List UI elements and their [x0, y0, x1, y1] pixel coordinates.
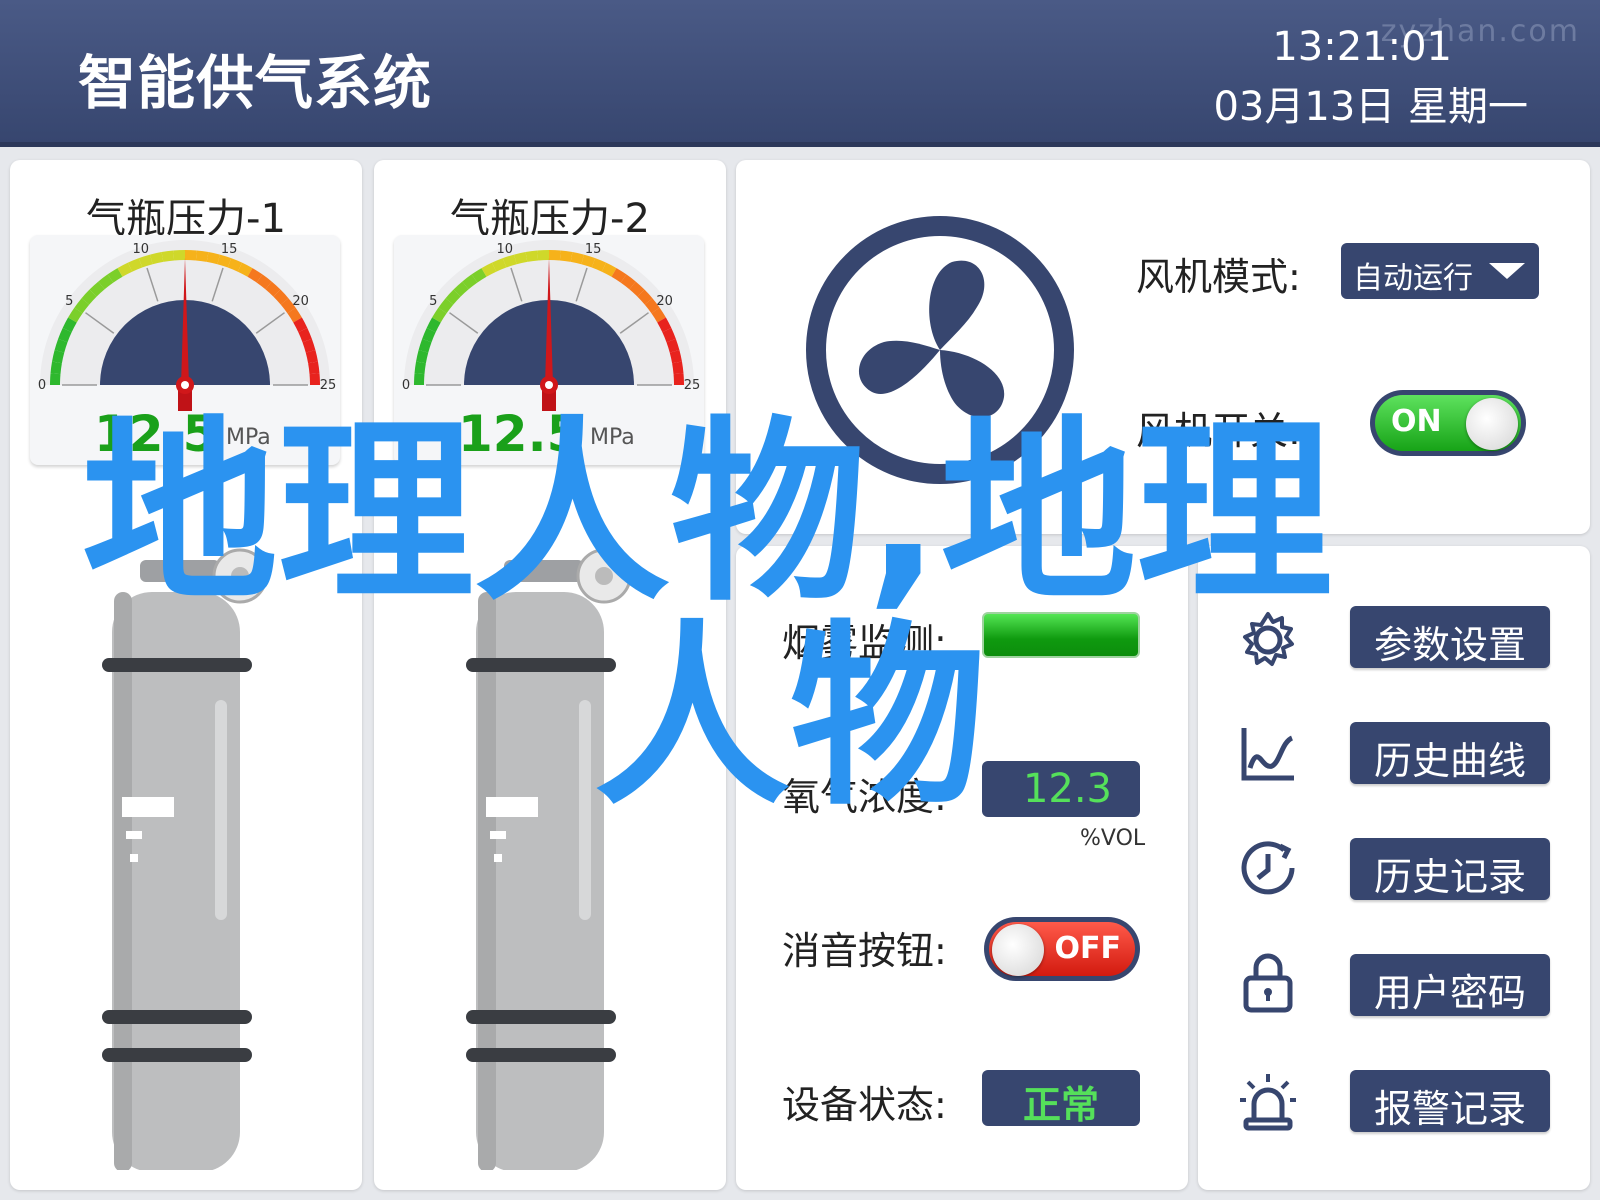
mute-knob [992, 924, 1044, 976]
gauge-arc-segment [50, 373, 61, 385]
gauge-arc-segment [50, 361, 62, 375]
mute-label: 消音按钮: [782, 929, 947, 973]
gauge-arc-segment [161, 250, 175, 262]
header-bar: 智能供气系统 zyzhan.com 13:21:01 03月13日 星期一 [0, 0, 1600, 147]
history-curve-button[interactable]: 历史曲线 [1350, 722, 1550, 784]
gauge-tick-label: 5 [65, 294, 73, 309]
gauge-tick-label: 25 [320, 378, 337, 393]
gauge-arc-segment [414, 373, 425, 385]
lock-icon [1243, 953, 1293, 1013]
gauge-arc-segment [559, 250, 573, 262]
gauge-tick-label: 20 [656, 294, 673, 309]
settings-button[interactable]: 参数设置 [1350, 606, 1550, 668]
gauge-arc-segment [308, 361, 320, 375]
alarm-icon [1240, 1074, 1296, 1131]
fan-mode-dropdown[interactable]: 自动运行 [1341, 243, 1539, 299]
gauge-tick-label: 0 [402, 378, 410, 393]
mute-toggle[interactable]: OFF [984, 917, 1140, 981]
gauge-arc-segment [549, 250, 561, 261]
gauge-arc-segment [673, 373, 684, 385]
app-title: 智能供气系统 [78, 49, 433, 117]
clock-date: 03月13日 星期一 [1213, 84, 1528, 130]
cylinder-panel-1: 气瓶压力-1 0 5 10 15 20 25 12.5 MPa [10, 160, 362, 1190]
fan-mode-value: 自动运行 [1353, 261, 1473, 296]
fan-mode-label: 风机模式: [1136, 255, 1301, 299]
gauge-arc-segment [414, 361, 426, 375]
mute-state: OFF [1054, 931, 1122, 966]
gauge-arc-segment [173, 250, 185, 261]
gauge-tick-label: 10 [497, 242, 514, 257]
gauge-arc-segment [525, 250, 539, 262]
gauge-hub-center [181, 381, 189, 389]
gauge-arc-segment [672, 361, 684, 375]
gauge-arc-segment [195, 250, 209, 262]
gauge-arc-segment [537, 250, 549, 261]
mute-track: OFF [989, 922, 1135, 976]
fan-switch-state: ON [1391, 404, 1442, 439]
overlay-text-line2: 人物 [594, 604, 987, 832]
chart-icon [1241, 728, 1294, 781]
alarm-records-button[interactable]: 报警记录 [1350, 1070, 1550, 1132]
gauge-tick-label: 10 [133, 242, 150, 257]
fan-switch-knob [1466, 398, 1518, 450]
gauge-tick-label: 0 [38, 378, 46, 393]
user-password-button[interactable]: 用户密码 [1350, 954, 1550, 1016]
clock-time: 13:21:01 [1272, 24, 1452, 70]
chevron-down-icon [1489, 263, 1525, 279]
oxygen-unit: %VOL [1080, 826, 1146, 851]
clock-icon [1241, 841, 1295, 895]
gauge-arc-segment [185, 250, 197, 261]
gauge-tick-label: 15 [221, 242, 238, 257]
gas-cylinder-1 [102, 548, 268, 1170]
status-label: 设备状态: [782, 1083, 947, 1127]
fan-switch-toggle[interactable]: ON [1370, 390, 1526, 456]
gauge-tick-label: 20 [292, 294, 309, 309]
fan-switch-track: ON [1375, 395, 1521, 451]
gauge-tick-label: 25 [684, 378, 701, 393]
history-records-button[interactable]: 历史记录 [1350, 838, 1550, 900]
gauge-tick-label: 5 [429, 294, 437, 309]
gauge-hub-center [545, 381, 553, 389]
status-value: 正常 [982, 1070, 1140, 1127]
gauge-tick-label: 15 [585, 242, 602, 257]
oxygen-readout: 12.3 [982, 761, 1140, 817]
overlay-text-line1: 地理人物,地理 [82, 400, 1333, 628]
gauge-arc-segment [309, 373, 320, 385]
